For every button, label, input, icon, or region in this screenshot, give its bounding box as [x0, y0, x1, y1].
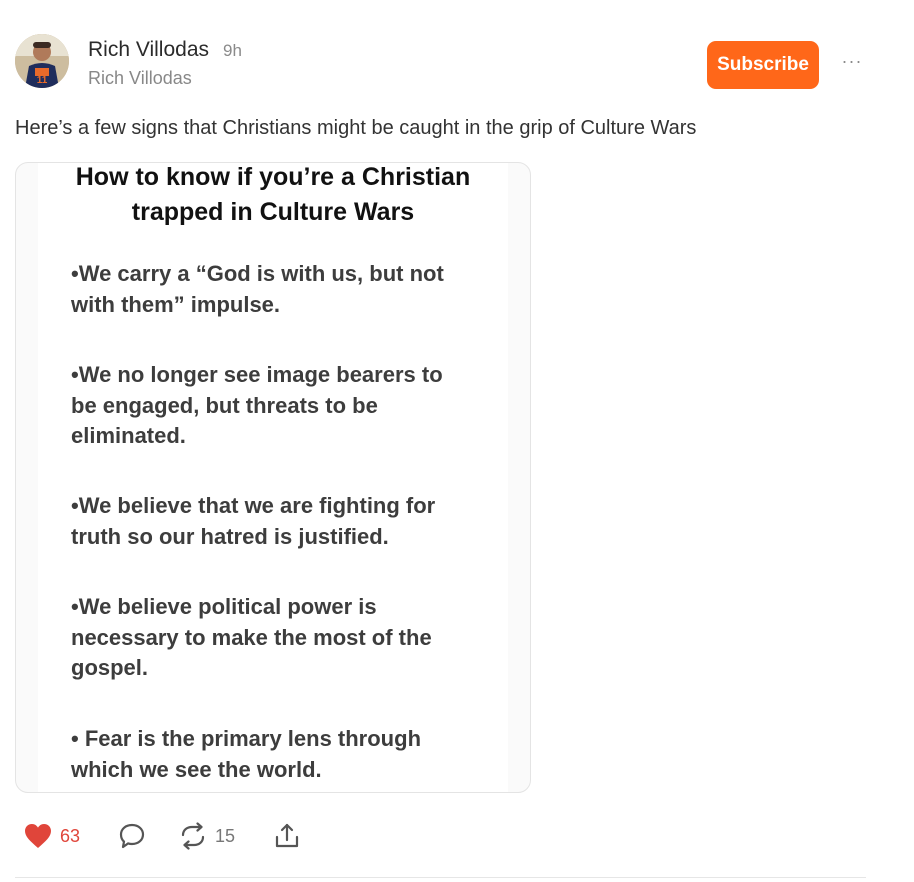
image-title-line2: trapped in Culture Wars: [131, 198, 415, 226]
heart-icon: [25, 824, 51, 848]
bullet-5-line-1: • Fear is the primary lens through: [71, 726, 422, 751]
bullet-4: •We believe political power is necessary…: [71, 592, 432, 684]
bullet-2-line-3: eliminated.: [71, 423, 186, 448]
restack-icon: [181, 822, 205, 850]
comment-button[interactable]: [118, 818, 146, 854]
more-icon[interactable]: ···: [841, 50, 863, 72]
bullet-3: •We believe that we are fighting for tru…: [71, 491, 435, 552]
bullet-1-line-2: with them” impulse.: [71, 291, 281, 317]
post-image-card[interactable]: How to know if you’re a Christian trappe…: [15, 162, 531, 793]
restack-count: 15: [215, 825, 236, 846]
post-image-background: [38, 163, 508, 792]
author-block: Rich Villodas 9h Rich Villodas: [88, 38, 242, 89]
post-divider: [15, 877, 866, 878]
bullet-2-line-2: be engaged, but threats to be: [71, 392, 378, 418]
bullet-3-line-1: •We believe that we are fighting for: [71, 493, 436, 518]
bullet-4-line-1: •We believe political power is: [71, 594, 377, 619]
subscribe-button[interactable]: Subscribe: [707, 41, 819, 89]
share-icon: [275, 823, 299, 848]
author-line: Rich Villodas 9h: [88, 38, 242, 62]
like-count: 63: [60, 825, 81, 846]
restack-button[interactable]: 15: [179, 818, 235, 854]
svg-text:11: 11: [37, 75, 48, 86]
bullet-2: •We no longer see image bearers to be en…: [71, 360, 443, 452]
post: 11 Rich Villodas 9h Rich Villodas Subscr…: [0, 0, 914, 882]
post-text: Here’s a few signs that Christians might…: [15, 117, 697, 139]
avatar-image: 11: [15, 34, 69, 88]
post-actions: 63 15: [24, 818, 324, 854]
bullet-4-line-2: necessary to make the most of the: [71, 624, 432, 650]
bullet-5: • Fear is the primary lens through which…: [71, 724, 421, 785]
bullet-2-line-1: •We no longer see image bearers to: [71, 362, 443, 387]
bullet-1: •We carry a “God is with us, but not wit…: [71, 259, 444, 320]
bullet-4-line-3: gospel.: [71, 655, 149, 680]
bullet-1-line-1: •We carry a “God is with us, but not: [71, 261, 444, 286]
bullet-5-line-2: which we see the world.: [71, 756, 322, 782]
post-header: 11 Rich Villodas 9h Rich Villodas Subscr…: [15, 34, 875, 94]
share-button[interactable]: [273, 818, 301, 854]
author-name[interactable]: Rich Villodas: [88, 38, 209, 62]
publication-name[interactable]: Rich Villodas: [88, 68, 242, 89]
image-title-line1: How to know if you’re a Christian: [75, 163, 471, 191]
avatar[interactable]: 11: [15, 34, 69, 88]
post-time: 9h: [223, 41, 242, 60]
bullet-3-line-2: truth so our hatred is justified.: [71, 523, 389, 549]
like-button[interactable]: 63: [24, 818, 80, 854]
comment-icon: [119, 823, 145, 849]
